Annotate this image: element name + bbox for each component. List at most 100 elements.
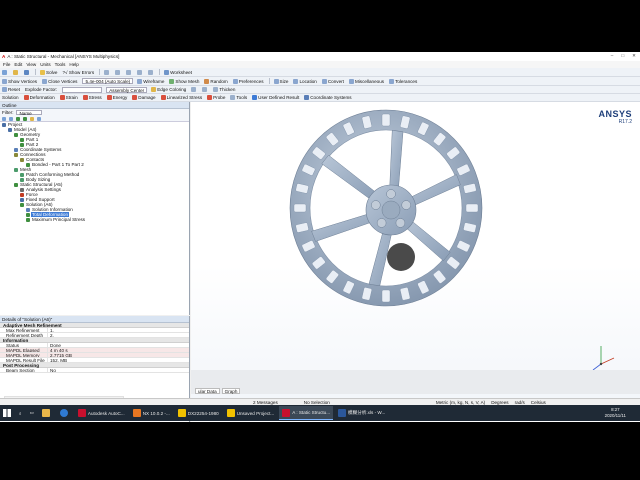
filter-select[interactable]: Name	[16, 110, 43, 116]
miscellaneous-icon	[348, 78, 354, 84]
axis-triad	[592, 346, 615, 371]
show-all-icon[interactable]	[23, 116, 27, 121]
taskbar-app[interactable]: 模糊分析.xls - W...	[335, 406, 388, 420]
tree-options-icon[interactable]	[37, 116, 41, 121]
menu-tools[interactable]: Tools	[55, 62, 66, 67]
pan-icon[interactable]	[115, 69, 121, 75]
details-value: 4 m 40 s	[50, 348, 68, 353]
assembly-center-select[interactable]: Assembly Center	[106, 86, 148, 93]
details-value: 152. MB	[50, 358, 68, 363]
details-row[interactable]: Beam Section ResultsNo	[0, 368, 189, 373]
rim-slot	[293, 203, 307, 213]
start-button[interactable]	[0, 406, 14, 420]
taskbar-app[interactable]: NX 10.0.2 -...	[130, 406, 173, 420]
toolbar-solution: Solution Deformation Strain Stress Energ…	[0, 94, 640, 102]
probe-icon	[207, 95, 213, 100]
tree-item[interactable]: Maximum Principal Stress	[0, 217, 189, 222]
explode-factor-slider[interactable]	[62, 86, 103, 93]
filter-icon[interactable]	[16, 116, 20, 121]
close-icon[interactable]: ✕	[632, 53, 636, 59]
temperature-units[interactable]: Celsius	[528, 400, 549, 405]
rotation-units[interactable]: rad/s	[512, 400, 528, 405]
details-table: Adaptive Mesh RefinementMax Refinement L…	[0, 323, 189, 373]
edge-display-icon[interactable]	[191, 87, 197, 92]
worksheet-button[interactable]: Worksheet	[164, 69, 192, 75]
deformation-button[interactable]: Deformation	[23, 95, 55, 100]
taskbar-app[interactable]: A : Static Structu...	[279, 406, 334, 420]
open-icon[interactable]	[13, 69, 18, 75]
show-errors-button[interactable]: ?√ Show Errors	[63, 70, 95, 75]
close-vertices-icon	[42, 78, 48, 84]
user-defined-result-button[interactable]: User Defined Result	[252, 95, 299, 100]
ansys-brand: ANSYS R17.2	[598, 109, 632, 125]
menu-edit[interactable]: Edit	[14, 62, 22, 67]
taskbar-app-label: DX22254-1980	[187, 410, 219, 416]
linearized-stress-button[interactable]: Linearized Stress	[160, 95, 202, 100]
new-icon[interactable]	[2, 69, 7, 75]
probe-button[interactable]: Probe	[207, 95, 225, 100]
explorer-button[interactable]	[39, 406, 55, 420]
messages-status[interactable]: 2 Messages	[250, 400, 281, 405]
edge-style-icon[interactable]	[202, 87, 208, 92]
coordinate-systems-button[interactable]: Coordinate Systems	[304, 95, 352, 100]
lower-panel	[191, 370, 640, 394]
random-button[interactable]: Random	[204, 78, 228, 84]
angle-units[interactable]: Degrees	[488, 400, 511, 405]
solve-button[interactable]: Solve	[40, 69, 58, 75]
preferences-button[interactable]: Preferences	[232, 78, 264, 84]
task-view-button[interactable]: ▭	[27, 406, 37, 420]
tree-node-icon	[26, 217, 30, 222]
menu-units[interactable]: Units	[40, 62, 50, 67]
wheel-model[interactable]	[191, 102, 640, 398]
search-icon[interactable]	[30, 116, 34, 121]
show-mesh-button[interactable]: Show Mesh	[169, 78, 199, 84]
menu-help[interactable]: Help	[69, 62, 78, 67]
expand-icon[interactable]	[2, 116, 6, 121]
filter-label: Filter:	[2, 110, 14, 115]
tree-node-icon	[26, 212, 30, 217]
convert-button[interactable]: Convert	[321, 78, 344, 84]
menu-file[interactable]: File	[3, 62, 10, 67]
reset-button[interactable]: Reset	[2, 87, 20, 92]
taskbar-app[interactable]: DX22254-1980	[175, 406, 222, 420]
graphics-viewport[interactable]: ANSYS R17.2 0.000 0.150 0.300 (m) 0.075 …	[191, 102, 640, 398]
search-button[interactable]: ⌕	[16, 406, 25, 420]
minimize-icon[interactable]: –	[611, 53, 614, 59]
size-button[interactable]: Size	[273, 78, 288, 84]
location-button[interactable]: Location	[293, 78, 317, 84]
damage-button[interactable]: Damage	[132, 95, 156, 100]
close-vertices-button[interactable]: Close Vertices	[42, 78, 77, 84]
energy-button[interactable]: Energy	[106, 95, 127, 100]
miscellaneous-button[interactable]: Miscellaneous	[348, 78, 384, 84]
menu-view[interactable]: View	[26, 62, 36, 67]
show-vertices-button[interactable]: Show Vertices	[2, 78, 37, 84]
tolerances-button[interactable]: Tolerances	[389, 78, 417, 84]
maximize-icon[interactable]: □	[621, 53, 624, 59]
tab-tabular-data[interactable]: ular Data	[195, 388, 220, 394]
wireframe-button[interactable]: Wireframe	[137, 78, 164, 84]
tree-node-icon	[20, 172, 24, 177]
taskbar-app[interactable]: Unsaved Project...	[224, 406, 278, 420]
auto-scale-field[interactable]: 5.4e-004 (Auto Scale)	[82, 78, 134, 84]
lug-hole	[401, 200, 411, 210]
zoom-icon[interactable]	[137, 69, 143, 75]
rotate-icon[interactable]	[126, 69, 132, 75]
save-icon[interactable]	[24, 69, 29, 75]
zoom-fit-icon[interactable]	[148, 69, 154, 75]
collapse-icon[interactable]	[9, 116, 13, 121]
app-icon	[77, 409, 86, 417]
lug-hole	[371, 200, 381, 210]
taskbar-app[interactable]: Autodesk AutoC...	[75, 406, 128, 420]
tab-graph[interactable]: Graph	[221, 388, 241, 394]
edge-button[interactable]	[57, 406, 73, 420]
select-icon[interactable]	[104, 69, 110, 75]
app-icon	[177, 409, 186, 417]
strain-button[interactable]: Strain	[59, 95, 78, 100]
tools-button[interactable]: Tools	[230, 95, 247, 100]
stress-button[interactable]: Stress	[82, 95, 102, 100]
edge-coloring-button[interactable]: Edge Coloring	[151, 87, 186, 92]
units-status[interactable]: Metric (m, kg, N, s, V, A)	[433, 400, 488, 405]
tree-node-icon	[20, 142, 24, 147]
system-clock[interactable]: 8:27 2020/11/11	[605, 407, 626, 418]
thicken-button[interactable]: Thicken	[213, 87, 235, 92]
